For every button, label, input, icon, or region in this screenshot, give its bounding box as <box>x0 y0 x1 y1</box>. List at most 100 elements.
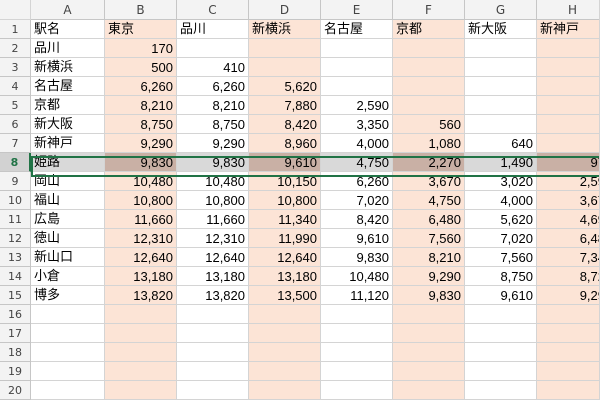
cell-a10[interactable]: 福山 <box>31 191 105 210</box>
cell-c19[interactable] <box>177 362 249 381</box>
cell-g16[interactable] <box>465 305 537 324</box>
cell-g5[interactable] <box>465 96 537 115</box>
cell-h3[interactable] <box>537 58 600 77</box>
cell-b2[interactable]: 170 <box>105 39 177 58</box>
select-all-corner[interactable] <box>0 0 31 20</box>
cell-c11[interactable]: 11,660 <box>177 210 249 229</box>
cell-c16[interactable] <box>177 305 249 324</box>
cell-b1[interactable]: 東京 <box>105 20 177 39</box>
row-header[interactable]: 9 <box>0 172 31 191</box>
cell-d2[interactable] <box>249 39 321 58</box>
cell-g20[interactable] <box>465 381 537 400</box>
cell-d17[interactable] <box>249 324 321 343</box>
cell-h7[interactable] <box>537 134 600 153</box>
cell-a18[interactable] <box>31 343 105 362</box>
column-header-h[interactable]: H <box>537 0 600 20</box>
cell-c14[interactable]: 13,180 <box>177 267 249 286</box>
cell-g11[interactable]: 5,620 <box>465 210 537 229</box>
cell-e13[interactable]: 9,830 <box>321 248 393 267</box>
cell-f15[interactable]: 9,830 <box>393 286 465 305</box>
cell-b9[interactable]: 10,480 <box>105 172 177 191</box>
cell-d14[interactable]: 13,180 <box>249 267 321 286</box>
cell-a15[interactable]: 博多 <box>31 286 105 305</box>
cell-c12[interactable]: 12,310 <box>177 229 249 248</box>
cell-f6[interactable]: 560 <box>393 115 465 134</box>
cell-d1[interactable]: 新横浜 <box>249 20 321 39</box>
cell-f20[interactable] <box>393 381 465 400</box>
row-header[interactable]: 7 <box>0 134 31 153</box>
row-header[interactable]: 5 <box>0 96 31 115</box>
row-header[interactable]: 4 <box>0 77 31 96</box>
cell-g17[interactable] <box>465 324 537 343</box>
cell-f5[interactable] <box>393 96 465 115</box>
cell-b14[interactable]: 13,180 <box>105 267 177 286</box>
row-header[interactable]: 8 <box>0 153 31 172</box>
cell-e1[interactable]: 名古屋 <box>321 20 393 39</box>
cell-d18[interactable] <box>249 343 321 362</box>
column-header-a[interactable]: A <box>31 0 105 20</box>
cell-a1[interactable]: 駅名 <box>31 20 105 39</box>
cell-e11[interactable]: 8,420 <box>321 210 393 229</box>
row-header[interactable]: 1 <box>0 20 31 39</box>
column-header-e[interactable]: E <box>321 0 393 20</box>
cell-a16[interactable] <box>31 305 105 324</box>
cell-b13[interactable]: 12,640 <box>105 248 177 267</box>
cell-a12[interactable]: 徳山 <box>31 229 105 248</box>
cell-e15[interactable]: 11,120 <box>321 286 393 305</box>
cell-e6[interactable]: 3,350 <box>321 115 393 134</box>
cell-c3[interactable]: 410 <box>177 58 249 77</box>
cell-f19[interactable] <box>393 362 465 381</box>
cell-d16[interactable] <box>249 305 321 324</box>
cell-h9[interactable]: 2,59 <box>537 172 600 191</box>
row-header[interactable]: 10 <box>0 191 31 210</box>
cell-f1[interactable]: 京都 <box>393 20 465 39</box>
cell-b11[interactable]: 11,660 <box>105 210 177 229</box>
cell-d12[interactable]: 11,990 <box>249 229 321 248</box>
cell-b5[interactable]: 8,210 <box>105 96 177 115</box>
cell-b20[interactable] <box>105 381 177 400</box>
cell-h12[interactable]: 6,48 <box>537 229 600 248</box>
cell-c10[interactable]: 10,800 <box>177 191 249 210</box>
cell-d11[interactable]: 11,340 <box>249 210 321 229</box>
cell-b4[interactable]: 6,260 <box>105 77 177 96</box>
cell-h2[interactable] <box>537 39 600 58</box>
cell-c13[interactable]: 12,640 <box>177 248 249 267</box>
cell-f10[interactable]: 4,750 <box>393 191 465 210</box>
cell-g7[interactable]: 640 <box>465 134 537 153</box>
cell-g10[interactable]: 4,000 <box>465 191 537 210</box>
column-header-f[interactable]: F <box>393 0 465 20</box>
cell-e20[interactable] <box>321 381 393 400</box>
cell-a6[interactable]: 新大阪 <box>31 115 105 134</box>
cell-d4[interactable]: 5,620 <box>249 77 321 96</box>
cell-e9[interactable]: 6,260 <box>321 172 393 191</box>
cell-e2[interactable] <box>321 39 393 58</box>
cell-f13[interactable]: 8,210 <box>393 248 465 267</box>
cell-g18[interactable] <box>465 343 537 362</box>
cell-d10[interactable]: 10,800 <box>249 191 321 210</box>
cell-e14[interactable]: 10,480 <box>321 267 393 286</box>
cell-b8[interactable]: 9,830 <box>105 153 177 172</box>
cell-c18[interactable] <box>177 343 249 362</box>
cell-h8[interactable]: 97 <box>537 153 600 172</box>
cell-f3[interactable] <box>393 58 465 77</box>
cell-h19[interactable] <box>537 362 600 381</box>
cell-h20[interactable] <box>537 381 600 400</box>
cell-a8[interactable]: 姫路 <box>31 153 105 172</box>
cell-e17[interactable] <box>321 324 393 343</box>
cell-a20[interactable] <box>31 381 105 400</box>
cell-h14[interactable]: 8,72 <box>537 267 600 286</box>
cell-d8[interactable]: 9,610 <box>249 153 321 172</box>
row-header[interactable]: 14 <box>0 267 31 286</box>
cell-e12[interactable]: 9,610 <box>321 229 393 248</box>
row-header[interactable]: 20 <box>0 381 31 400</box>
cell-f11[interactable]: 6,480 <box>393 210 465 229</box>
row-header[interactable]: 15 <box>0 286 31 305</box>
row-header[interactable]: 16 <box>0 305 31 324</box>
column-header-b[interactable]: B <box>105 0 177 20</box>
cell-e16[interactable] <box>321 305 393 324</box>
cell-c8[interactable]: 9,830 <box>177 153 249 172</box>
column-header-g[interactable]: G <box>465 0 537 20</box>
cell-d6[interactable]: 8,420 <box>249 115 321 134</box>
cell-a5[interactable]: 京都 <box>31 96 105 115</box>
cell-g19[interactable] <box>465 362 537 381</box>
